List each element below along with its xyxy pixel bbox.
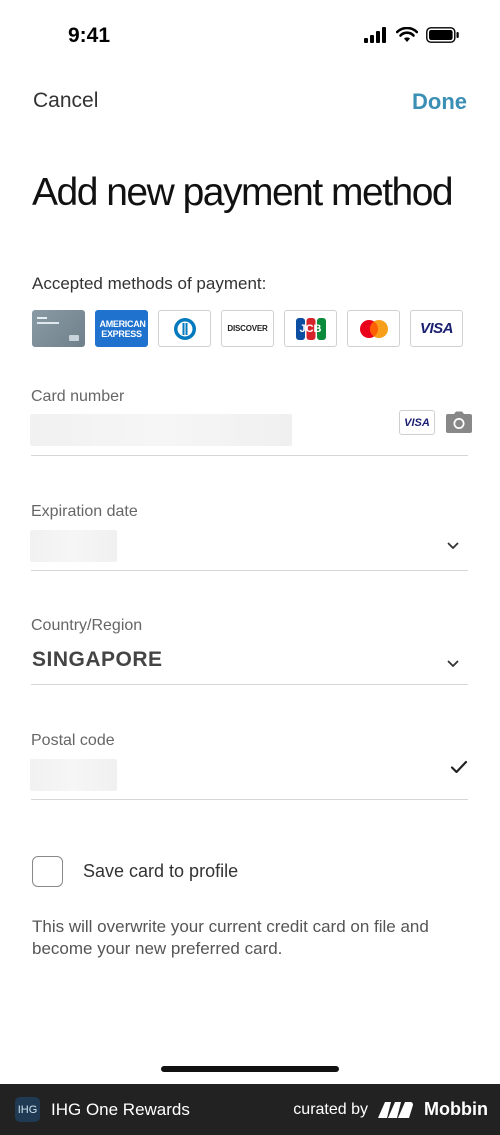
footer-credit: curated by Mobbin	[293, 1099, 488, 1120]
diners-club-logo	[158, 310, 211, 347]
overwrite-note: This will overwrite your current credit …	[32, 917, 429, 958]
ihg-card-logo	[32, 310, 85, 347]
curated-by-label: curated by	[293, 1100, 369, 1118]
postal-divider	[31, 799, 468, 800]
camera-icon[interactable]	[445, 411, 473, 439]
expiration-divider	[31, 570, 468, 571]
cancel-button[interactable]: Cancel	[33, 89, 98, 113]
page-title: Add new payment method	[32, 171, 454, 214]
accepted-cards-row: AMERICAN EXPRESS DISCOVER JCB VISA	[32, 310, 463, 347]
postal-label: Postal code	[31, 732, 115, 749]
card-brand-badge: VISA	[399, 410, 435, 435]
status-icons	[364, 27, 460, 43]
card-number-input[interactable]	[30, 414, 292, 446]
discover-logo: DISCOVER	[221, 310, 274, 347]
done-button[interactable]: Done	[412, 89, 467, 115]
status-time: 9:41	[68, 24, 111, 47]
footer-bar: IHG IHG One Rewards curated by Mobbin	[0, 1084, 500, 1135]
save-card-label[interactable]: Save card to profile	[83, 861, 238, 882]
country-label: Country/Region	[31, 617, 143, 634]
expiration-label: Expiration date	[31, 503, 138, 520]
home-indicator	[161, 1066, 339, 1072]
card-number-divider	[31, 455, 468, 456]
footer-app-name: IHG One Rewards	[51, 1099, 190, 1119]
visa-logo: VISA	[410, 310, 463, 347]
wifi-icon	[396, 27, 418, 42]
checkmark-icon	[450, 760, 468, 779]
jcb-logo: JCB	[284, 310, 337, 347]
mobbin-brand: Mobbin	[424, 1099, 488, 1119]
chevron-down-icon[interactable]	[447, 537, 459, 553]
country-select[interactable]: SINGAPORE	[32, 648, 163, 672]
mobbin-logo-icon	[378, 1101, 414, 1118]
save-card-checkbox[interactable]	[32, 856, 63, 887]
ihg-app-logo: IHG	[15, 1097, 40, 1122]
amex-logo: AMERICAN EXPRESS	[95, 310, 148, 347]
country-divider	[31, 684, 468, 685]
card-number-label: Card number	[31, 388, 125, 405]
signal-icon	[364, 27, 386, 43]
chevron-down-icon[interactable]	[447, 655, 459, 671]
postal-input[interactable]	[30, 759, 117, 791]
expiration-input[interactable]	[30, 530, 117, 562]
battery-icon	[426, 27, 459, 43]
mastercard-logo	[347, 310, 400, 347]
accepted-methods-label: Accepted methods of payment:	[32, 274, 267, 293]
